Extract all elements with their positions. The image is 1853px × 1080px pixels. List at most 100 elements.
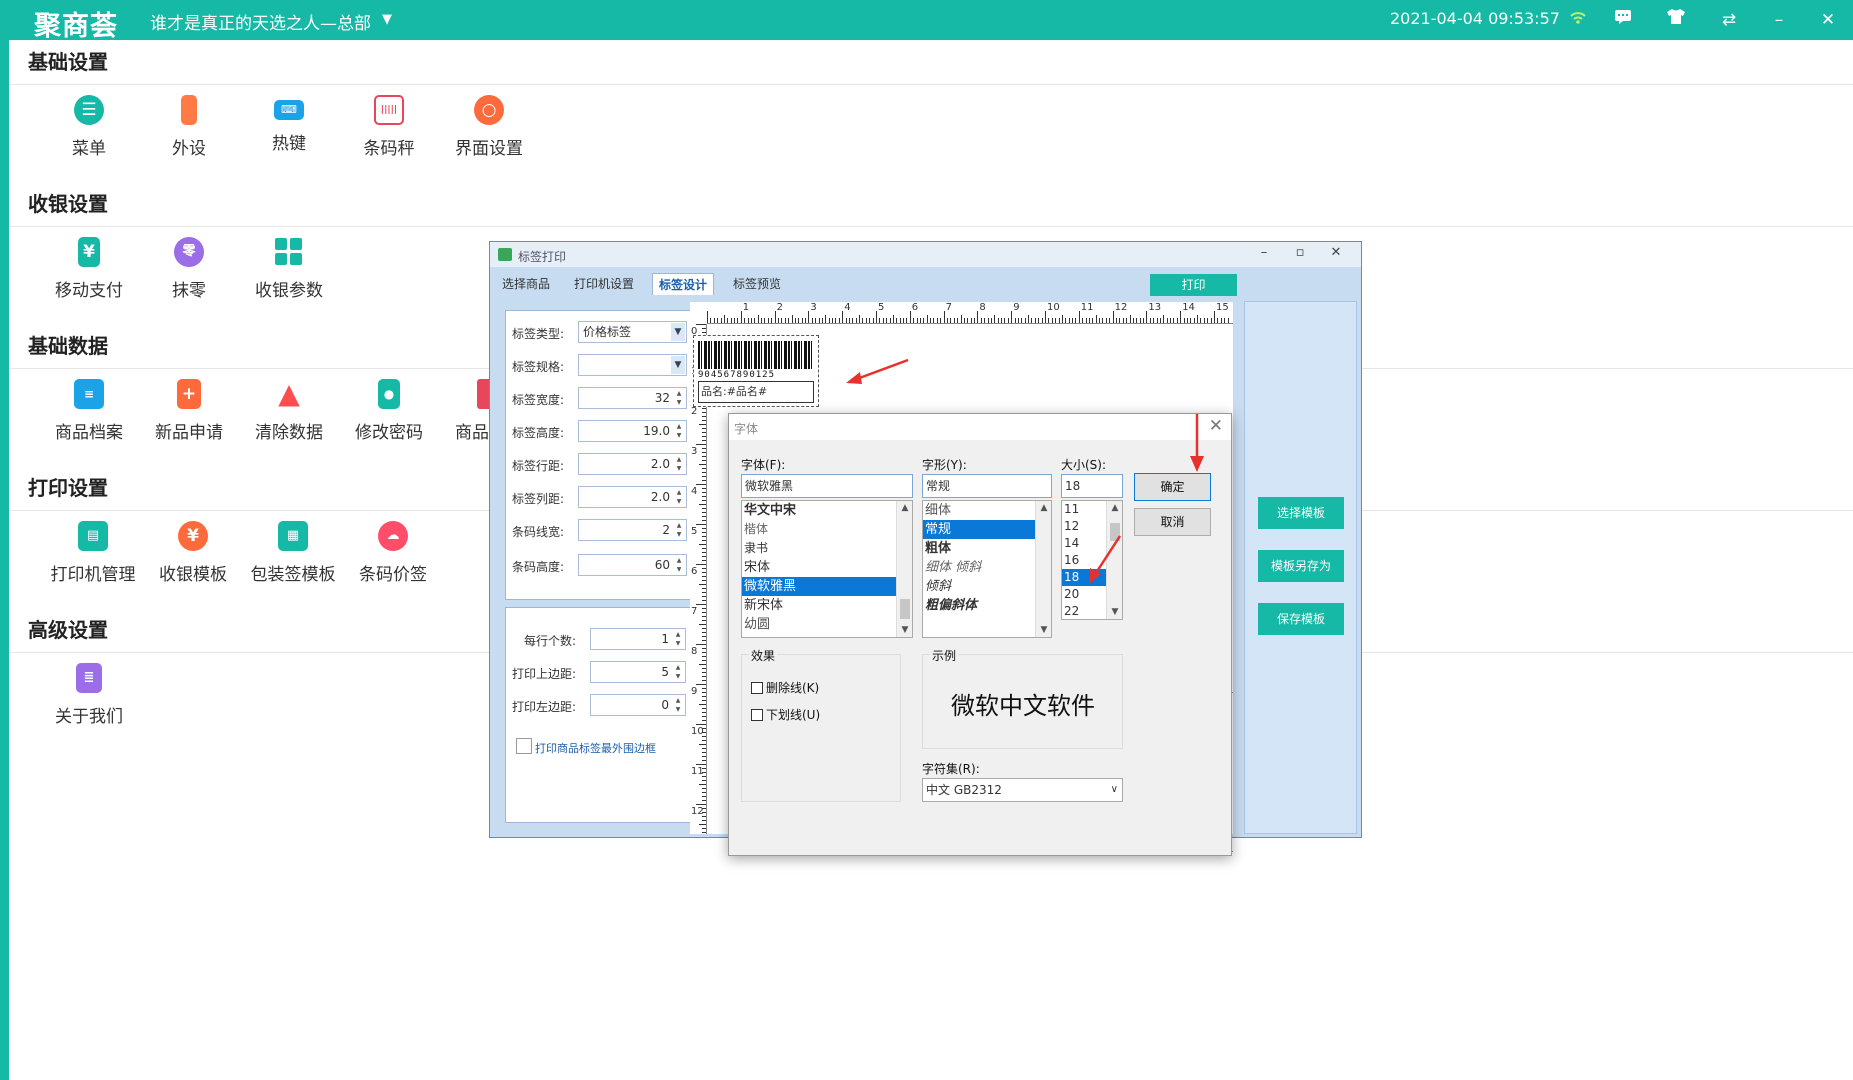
barcode-graphic[interactable] [698,341,813,369]
save-template-as-button[interactable]: 模板另存为 [1258,550,1344,582]
menu-item[interactable]: ☰ 菜单 [39,95,139,159]
message-icon[interactable] [1610,8,1636,32]
checkbox-box[interactable] [751,682,763,694]
label-spec-select[interactable]: ▼ [578,354,687,376]
label-height-stepper[interactable]: 19.0 ▲ ▼ [578,420,687,442]
tab-label-design[interactable]: 标签设计 [652,273,715,295]
chevron-down-icon[interactable]: ∨ [1111,779,1118,801]
spin-arrows-icon[interactable]: ▲ ▼ [673,455,685,473]
checkbox-box[interactable] [751,709,763,721]
spin-arrows-icon[interactable]: ▲ ▼ [673,389,685,407]
mobile-pay-item[interactable]: ¥ 移动支付 [39,237,139,301]
list-item[interactable]: 粗体 [923,539,1051,558]
cashier-params-item[interactable]: 收银参数 [239,237,339,301]
spin-arrows-icon[interactable]: ▲ ▼ [672,696,684,714]
chevron-down-icon[interactable]: ▼ [1107,607,1122,617]
chevron-down-icon[interactable]: ▼ [382,8,392,32]
round-off-item[interactable]: 零 抹零 [139,237,239,301]
list-item[interactable]: 倾斜 [923,577,1051,596]
underline-checkbox[interactable]: 下划线(U) [751,706,820,723]
tab-label-preview[interactable]: 标签预览 [727,273,787,295]
style-input[interactable]: 常规 [922,474,1052,498]
store-name[interactable]: 谁才是真正的天选之人—总部 [150,9,371,34]
package-label-template-item[interactable]: ▦ 包装签模板 [243,521,343,585]
spin-arrows-icon[interactable]: ▲ ▼ [673,556,685,574]
list-item[interactable]: 细体 倾斜 [923,558,1051,577]
barcode-scale-item[interactable]: ||||| 条码秤 [339,95,439,159]
switch-icon[interactable]: ⇄ [1716,8,1742,32]
spin-arrows-icon[interactable]: ▲ ▼ [672,630,684,648]
barcode-line-width-stepper[interactable]: 2 ▲ ▼ [578,519,687,541]
minimize-icon[interactable]: – [1254,245,1274,260]
chevron-down-icon[interactable]: ▼ [1036,625,1051,635]
per-row-count-stepper[interactable]: 1 ▲ ▼ [590,628,686,650]
chevron-down-icon[interactable]: ▼ [897,625,912,635]
scrollbar[interactable]: ▲ ▼ [896,501,912,637]
list-item[interactable]: 新宋体 [742,596,912,615]
spin-arrows-icon[interactable]: ▲ ▼ [673,521,685,539]
printer-management-item[interactable]: ▤ 打印机管理 [43,521,143,585]
charset-select[interactable]: 中文 GB2312 ∨ [922,778,1123,802]
product-name-field[interactable]: 品名:#品名# [698,381,814,403]
save-template-button[interactable]: 保存模板 [1258,603,1344,635]
dialog-titlebar[interactable]: 字体 ✕ [729,414,1231,440]
label-col-gap-stepper[interactable]: 2.0 ▲ ▼ [578,486,687,508]
chevron-down-icon[interactable]: ▼ [671,356,685,374]
ok-button[interactable]: 确定 [1134,473,1211,501]
close-icon[interactable]: ✕ [1326,245,1346,260]
list-item[interactable]: 幼圆 [742,615,912,634]
wifi-icon[interactable] [1565,8,1591,32]
scrollbar-thumb[interactable] [900,599,910,619]
barcode-price-tag-item[interactable]: ☁ 条码价签 [343,521,443,585]
strikeout-checkbox[interactable]: 删除线(K) [751,679,819,696]
window-titlebar[interactable]: 标签打印 – ▫ ✕ [490,242,1361,267]
style-list[interactable]: 细体 常规 粗体 细体 倾斜 倾斜 粗偏斜体 ▲ ▼ [922,500,1052,638]
print-button[interactable]: 打印 [1150,274,1237,296]
hotkey-item[interactable]: ⌨ 热键 [239,95,339,154]
list-item[interactable]: 细体 [923,501,1051,520]
peripheral-item[interactable]: 外设 [139,95,239,159]
chevron-up-icon[interactable]: ▲ [1036,503,1051,513]
cancel-button[interactable]: 取消 [1134,508,1211,536]
close-icon[interactable]: ✕ [1209,416,1223,436]
tshirt-icon[interactable] [1663,8,1689,32]
tab-printer-settings[interactable]: 打印机设置 [568,273,640,295]
chevron-up-icon[interactable]: ▲ [897,503,912,513]
label-row-gap-stepper[interactable]: 2.0 ▲ ▼ [578,453,687,475]
close-icon[interactable]: ✕ [1815,8,1841,32]
list-item-selected[interactable]: 微软雅黑 [742,577,912,596]
label-width-stepper[interactable]: 32 ▲ ▼ [578,387,687,409]
ui-settings-item[interactable]: ○ 界面设置 [439,95,539,159]
list-item-selected[interactable]: 常规 [923,520,1051,539]
tab-select-product[interactable]: 选择商品 [496,273,556,295]
product-archive-item[interactable]: ≡ 商品档案 [39,379,139,443]
font-list[interactable]: 华文中宋 楷体 隶书 宋体 微软雅黑 新宋体 幼圆 ▲ ▼ [741,500,913,638]
scrollbar[interactable]: ▲ ▼ [1035,501,1051,637]
print-top-margin-stepper[interactable]: 5 ▲ ▼ [590,661,686,683]
change-password-item[interactable]: ● 修改密码 [339,379,439,443]
minimize-icon[interactable]: – [1766,8,1792,32]
checkbox-box[interactable] [516,738,532,754]
font-input[interactable]: 微软雅黑 [741,474,913,498]
chevron-up-icon[interactable]: ▲ [1107,503,1122,513]
label-preview-box[interactable]: 904567890125 品名:#品名# [693,335,819,407]
list-item[interactable]: 宋体 [742,558,912,577]
spin-arrows-icon[interactable]: ▲ ▼ [673,488,685,506]
list-item[interactable]: 华文中宋 [742,501,912,520]
new-product-item[interactable]: + 新品申请 [139,379,239,443]
clear-data-item[interactable]: ▲ 清除数据 [239,379,339,444]
list-item[interactable]: 隶书 [742,539,912,558]
about-us-item[interactable]: ≣ 关于我们 [39,663,139,727]
list-item[interactable]: 楷体 [742,520,912,539]
size-input[interactable]: 18 [1061,474,1123,498]
outer-border-checkbox[interactable]: 打印商品标签最外围边框 [516,738,656,756]
cashier-template-item[interactable]: ¥ 收银模板 [143,521,243,585]
list-item[interactable]: 粗偏斜体 [923,596,1051,615]
spin-arrows-icon[interactable]: ▲ ▼ [672,663,684,681]
select-template-button[interactable]: 选择模板 [1258,497,1344,529]
label-type-select[interactable]: 价格标签 ▼ [578,321,687,343]
chevron-down-icon[interactable]: ▼ [671,323,685,341]
spin-arrows-icon[interactable]: ▲ ▼ [673,422,685,440]
barcode-height-stepper[interactable]: 60 ▲ ▼ [578,554,687,576]
print-left-margin-stepper[interactable]: 0 ▲ ▼ [590,694,686,716]
